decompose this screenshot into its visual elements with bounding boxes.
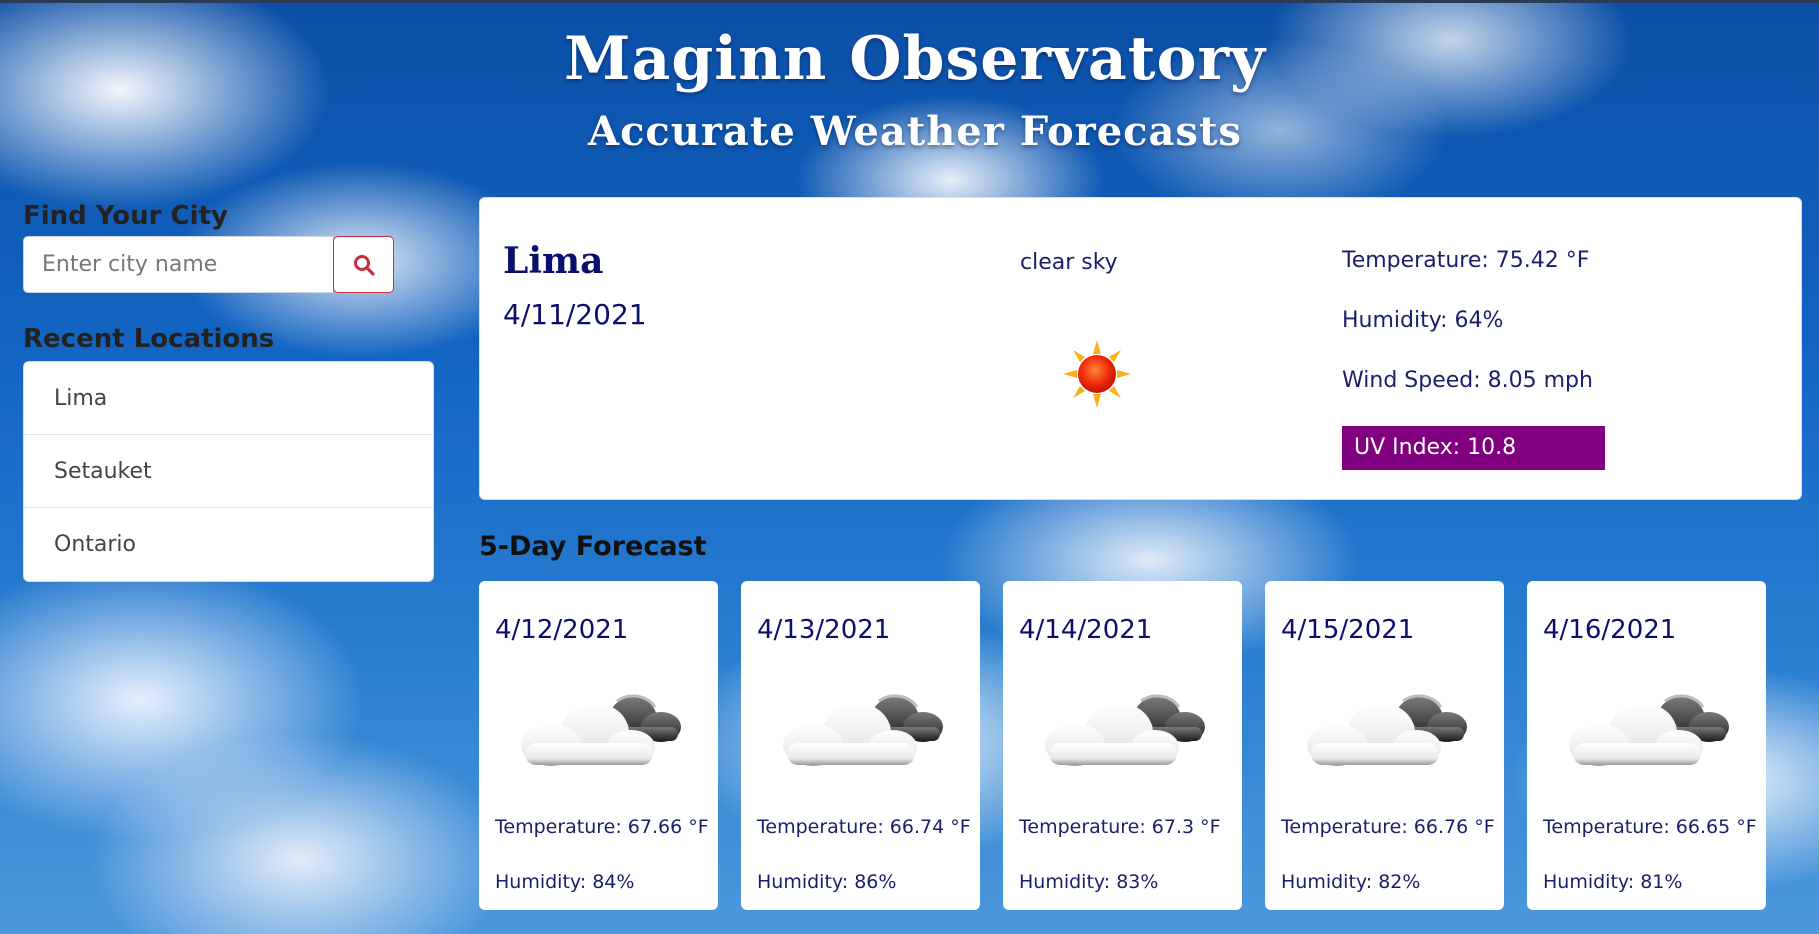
cloud-icon	[1037, 691, 1209, 769]
recent-location-setauket[interactable]: Setauket	[24, 435, 433, 508]
current-weather-card: Lima 4/11/2021 clear sky Temperature: 75…	[479, 197, 1802, 500]
uv-index-badge: UV Index: 10.8	[1342, 426, 1605, 470]
recent-location-ontario[interactable]: Ontario	[24, 508, 433, 581]
weather-description: clear sky	[1020, 250, 1118, 275]
forecast-card: 4/13/2021 Temperature: 66.74 °F Humidity…	[741, 581, 980, 910]
forecast-humidity: Humidity: 82%	[1281, 871, 1421, 893]
forecast-date: 4/14/2021	[1019, 615, 1153, 645]
search-icon	[353, 254, 375, 276]
city-search-input[interactable]	[23, 236, 333, 293]
current-stats: Temperature: 75.42 °F Humidity: 64% Wind…	[1342, 248, 1605, 470]
forecast-date: 4/12/2021	[495, 615, 629, 645]
page-title: Maginn Observatory	[564, 24, 1266, 94]
recent-location-lima[interactable]: Lima	[24, 362, 433, 435]
top-bar	[0, 0, 1819, 3]
current-temperature: Temperature: 75.42 °F	[1342, 248, 1590, 273]
forecast-card: 4/15/2021 Temperature: 66.76 °F Humidity…	[1265, 581, 1504, 910]
current-date: 4/11/2021	[503, 298, 647, 331]
forecast-humidity: Humidity: 86%	[757, 871, 897, 893]
forecast-row: 4/12/2021 Temperature: 67.66 °F Humidity…	[479, 581, 1766, 910]
forecast-temperature: Temperature: 66.76 °F	[1281, 816, 1495, 838]
forecast-date: 4/13/2021	[757, 615, 891, 645]
forecast-temperature: Temperature: 67.3 °F	[1019, 816, 1221, 838]
forecast-humidity: Humidity: 83%	[1019, 871, 1159, 893]
cloud-icon	[513, 691, 685, 769]
cloud-icon	[1561, 691, 1733, 769]
recent-locations-list: Lima Setauket Ontario	[23, 361, 434, 582]
page-subtitle: Accurate Weather Forecasts	[588, 108, 1242, 155]
forecast-humidity: Humidity: 84%	[495, 871, 635, 893]
forecast-card: 4/12/2021 Temperature: 67.66 °F Humidity…	[479, 581, 718, 910]
recent-locations-heading: Recent Locations	[23, 324, 275, 354]
cloud-icon	[1299, 691, 1471, 769]
forecast-date: 4/16/2021	[1543, 615, 1677, 645]
forecast-temperature: Temperature: 66.65 °F	[1543, 816, 1757, 838]
forecast-card: 4/14/2021 Temperature: 67.3 °F Humidity:…	[1003, 581, 1242, 910]
forecast-card: 4/16/2021 Temperature: 66.65 °F Humidity…	[1527, 581, 1766, 910]
sun-icon	[1063, 340, 1131, 408]
forecast-temperature: Temperature: 66.74 °F	[757, 816, 971, 838]
search-bar	[23, 236, 433, 293]
forecast-temperature: Temperature: 67.66 °F	[495, 816, 709, 838]
current-wind-speed: Wind Speed: 8.05 mph	[1342, 368, 1593, 393]
forecast-heading: 5-Day Forecast	[479, 531, 707, 562]
forecast-date: 4/15/2021	[1281, 615, 1415, 645]
search-button[interactable]	[333, 236, 394, 293]
current-humidity: Humidity: 64%	[1342, 308, 1504, 333]
sidebar: Find Your City Recent Locations Lima Set…	[23, 196, 434, 582]
cloud-icon	[775, 691, 947, 769]
find-city-heading: Find Your City	[23, 201, 228, 231]
current-city: Lima	[503, 240, 604, 282]
forecast-humidity: Humidity: 81%	[1543, 871, 1683, 893]
